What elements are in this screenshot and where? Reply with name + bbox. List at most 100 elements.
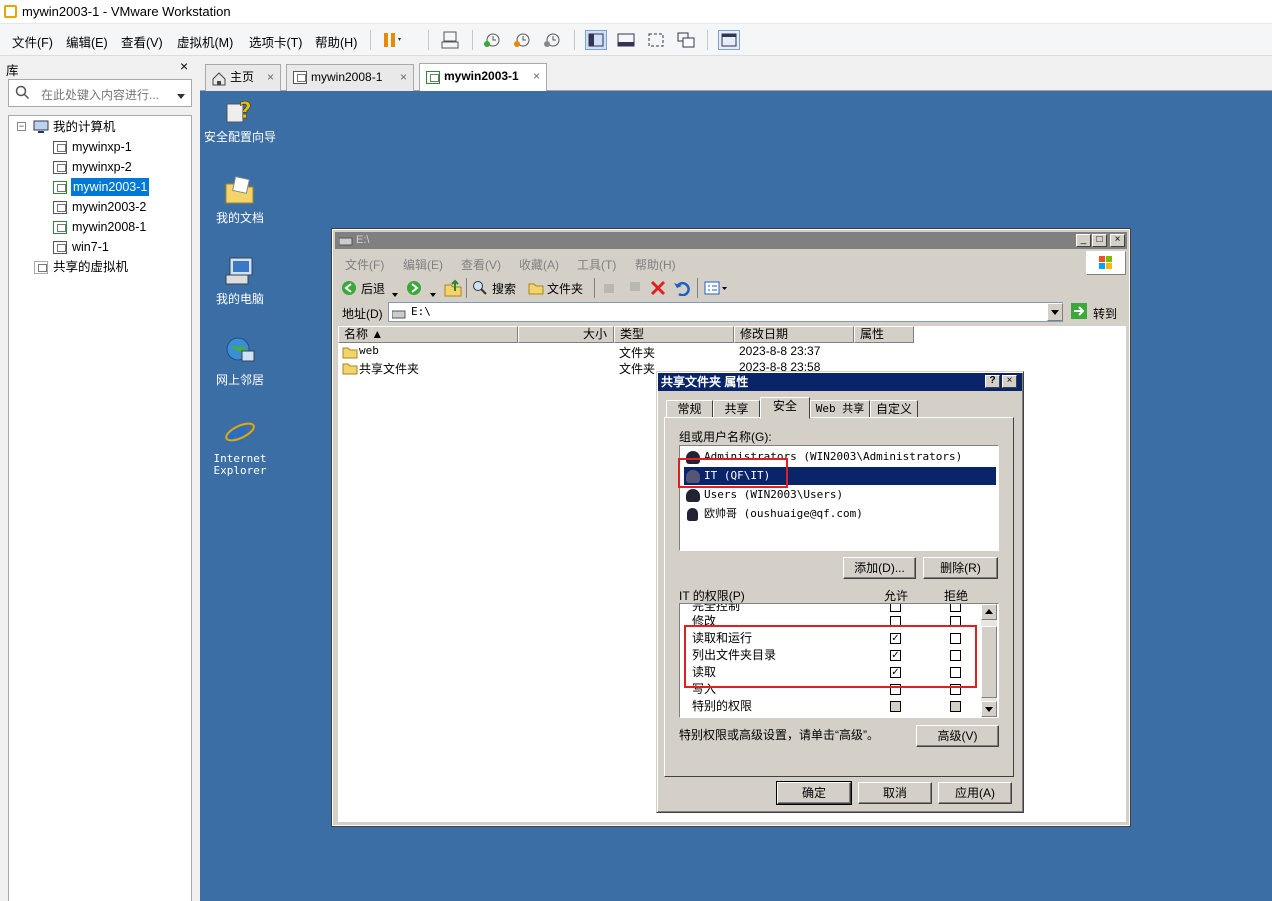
permission-allow-checkbox[interactable] <box>890 604 901 612</box>
scroll-up-arrow[interactable] <box>981 604 997 620</box>
views-icon[interactable] <box>704 280 728 299</box>
back-button[interactable]: 后退 <box>361 280 385 297</box>
tree-vm-mywin2003-2[interactable]: mywin2003-2 <box>72 198 146 216</box>
tree-shared-vms[interactable]: 共享的虚拟机 <box>53 258 128 276</box>
tab-general[interactable]: 常规 <box>666 400 713 418</box>
tab-close-button[interactable]: × <box>267 65 274 90</box>
tab-close-button[interactable]: × <box>533 64 540 89</box>
tree-vm-mywin2008-1[interactable]: mywin2008-1 <box>72 218 146 236</box>
revert-snapshot-icon[interactable] <box>512 30 534 50</box>
fullscreen-icon[interactable] <box>645 30 667 50</box>
column-modified[interactable]: 修改日期 <box>734 326 854 343</box>
ok-button[interactable]: 确定 <box>776 781 852 805</box>
pause-icon[interactable] <box>380 30 402 50</box>
explorer-menu-tools[interactable]: 工具(T) <box>577 256 616 273</box>
tab-mywin2003-1[interactable]: mywin2003-1 × <box>419 63 547 92</box>
go-button[interactable]: 转到 <box>1093 305 1117 322</box>
folders-button[interactable]: 文件夹 <box>547 280 583 297</box>
explorer-menu-favorites[interactable]: 收藏(A) <box>519 256 559 273</box>
chevron-down-icon[interactable] <box>430 286 437 300</box>
user-row-oushuaige[interactable]: 欧帅哥 (oushuaige@qf.com) <box>684 505 996 523</box>
desktop-label-security-wizard[interactable]: 安全配置向导 <box>195 128 285 145</box>
back-icon[interactable] <box>341 280 357 299</box>
tab-customize[interactable]: 自定义 <box>870 400 918 418</box>
permission-allow-checkbox[interactable] <box>890 701 901 712</box>
menu-edit[interactable]: 编辑(E) <box>66 32 108 51</box>
address-field[interactable]: E:\ <box>388 302 1063 322</box>
column-attributes[interactable]: 属性 <box>854 326 914 343</box>
undo-icon[interactable] <box>673 280 691 299</box>
my-documents-icon[interactable] <box>224 174 256 209</box>
console-view-icon[interactable] <box>615 30 637 50</box>
desktop-label-my-computer[interactable]: 我的电脑 <box>195 290 285 307</box>
tree-root-my-computer[interactable]: 我的计算机 <box>53 118 116 136</box>
library-close-button[interactable]: × <box>180 58 188 74</box>
tree-vm-mywin2003-1[interactable]: mywin2003-1 <box>71 178 150 196</box>
desktop-label-my-documents[interactable]: 我的文档 <box>195 209 285 226</box>
snapshot-icon[interactable] <box>482 30 504 50</box>
remove-user-button[interactable]: 删除(R) <box>923 557 998 579</box>
explorer-menu-file[interactable]: 文件(F) <box>345 256 384 273</box>
chevron-down-icon[interactable] <box>392 286 399 300</box>
menu-file[interactable]: 文件(F) <box>12 32 53 51</box>
send-keys-icon[interactable] <box>440 30 462 50</box>
column-size[interactable]: 大小 <box>518 326 614 343</box>
folders-icon[interactable] <box>528 280 544 299</box>
tab-home[interactable]: 主页 × <box>205 64 281 91</box>
go-icon[interactable] <box>1070 302 1088 323</box>
tab-mywin2008-1[interactable]: mywin2008-1 × <box>286 64 414 91</box>
security-wizard-icon[interactable]: ? <box>225 96 255 129</box>
chevron-down-icon[interactable] <box>177 89 186 103</box>
search-icon[interactable] <box>472 280 488 299</box>
forward-icon[interactable] <box>406 280 422 299</box>
tab-close-button[interactable]: × <box>400 65 407 90</box>
cancel-button[interactable]: 取消 <box>858 782 932 804</box>
snapshot-manager-icon[interactable] <box>542 30 564 50</box>
menu-tabs[interactable]: 选项卡(T) <box>249 32 302 51</box>
tree-vm-win7-1[interactable]: win7-1 <box>72 238 109 256</box>
explorer-menu-edit[interactable]: 编辑(E) <box>403 256 443 273</box>
library-search[interactable]: 在此处键入内容进行... <box>8 79 192 107</box>
delete-icon[interactable] <box>650 280 666 299</box>
maximize-button[interactable]: □ <box>1092 234 1107 247</box>
tab-web-sharing[interactable]: Web 共享 <box>810 400 870 418</box>
menu-vm[interactable]: 虚拟机(M) <box>177 32 233 51</box>
unity-icon[interactable] <box>675 30 697 50</box>
add-user-button[interactable]: 添加(D)... <box>843 557 916 579</box>
menu-help[interactable]: 帮助(H) <box>315 32 357 51</box>
copy-to-icon[interactable] <box>626 280 642 299</box>
explorer-menu-help[interactable]: 帮助(H) <box>635 256 676 273</box>
desktop-label-network-places[interactable]: 网上邻居 <box>195 371 285 388</box>
column-type[interactable]: 类型 <box>614 326 734 343</box>
minimize-button[interactable]: _ <box>1076 234 1091 247</box>
address-dropdown[interactable] <box>1047 303 1063 321</box>
search-button[interactable]: 搜索 <box>492 280 516 297</box>
dialog-close-button[interactable]: × <box>1002 375 1017 388</box>
tree-vm-mywinxp-1[interactable]: mywinxp-1 <box>72 138 132 156</box>
explorer-menu-view[interactable]: 查看(V) <box>461 256 501 273</box>
my-computer-icon[interactable] <box>224 255 256 290</box>
scroll-thumb[interactable] <box>981 626 997 698</box>
close-button[interactable]: × <box>1110 234 1125 247</box>
permission-deny-checkbox[interactable] <box>950 701 961 712</box>
advanced-button[interactable]: 高级(V) <box>916 725 999 747</box>
permissions-scrollbar[interactable] <box>981 604 997 717</box>
move-to-icon[interactable] <box>602 280 618 299</box>
network-places-icon[interactable] <box>224 335 256 370</box>
tree-vm-mywinxp-2[interactable]: mywinxp-2 <box>72 158 132 176</box>
internet-explorer-icon[interactable]: e <box>224 416 256 451</box>
help-button[interactable]: ? <box>985 375 1000 388</box>
tab-security[interactable]: 安全 <box>760 397 810 419</box>
menu-view[interactable]: 查看(V) <box>121 32 163 51</box>
library-view-icon[interactable] <box>585 30 607 50</box>
tab-sharing[interactable]: 共享 <box>713 400 760 418</box>
up-folder-icon[interactable] <box>444 279 462 300</box>
thumbnail-view-icon[interactable] <box>718 30 740 50</box>
scroll-down-arrow[interactable] <box>981 701 997 717</box>
collapse-toggle[interactable]: − <box>17 122 26 131</box>
column-name[interactable]: 名称 ▲ <box>338 326 518 343</box>
desktop-label-internet-explorer[interactable]: Internet Explorer <box>195 453 285 477</box>
user-row-users[interactable]: Users (WIN2003\Users) <box>684 486 996 504</box>
apply-button[interactable]: 应用(A) <box>938 782 1012 804</box>
permission-deny-checkbox[interactable] <box>950 604 961 612</box>
